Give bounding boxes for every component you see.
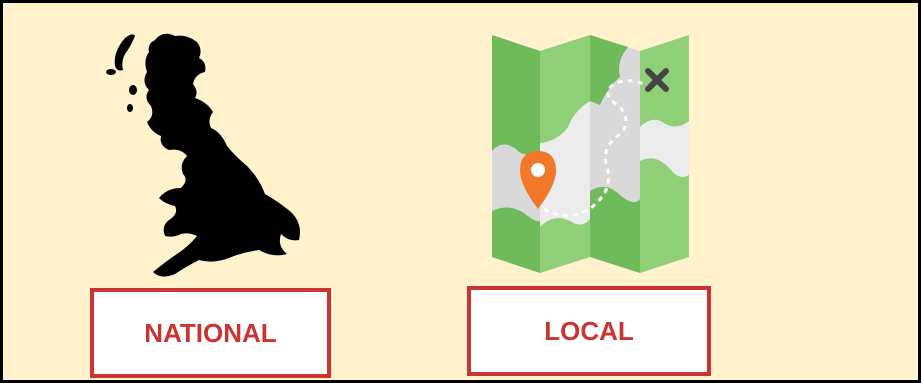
choice-panel: NATIONAL LOCAL [0, 0, 921, 383]
local-button[interactable]: LOCAL [467, 286, 711, 376]
national-button[interactable]: NATIONAL [90, 288, 331, 378]
local-button-label: LOCAL [544, 315, 634, 346]
uk-silhouette-icon [106, 33, 300, 277]
national-button-label: NATIONAL [144, 317, 277, 348]
folded-map-icon [492, 35, 689, 273]
